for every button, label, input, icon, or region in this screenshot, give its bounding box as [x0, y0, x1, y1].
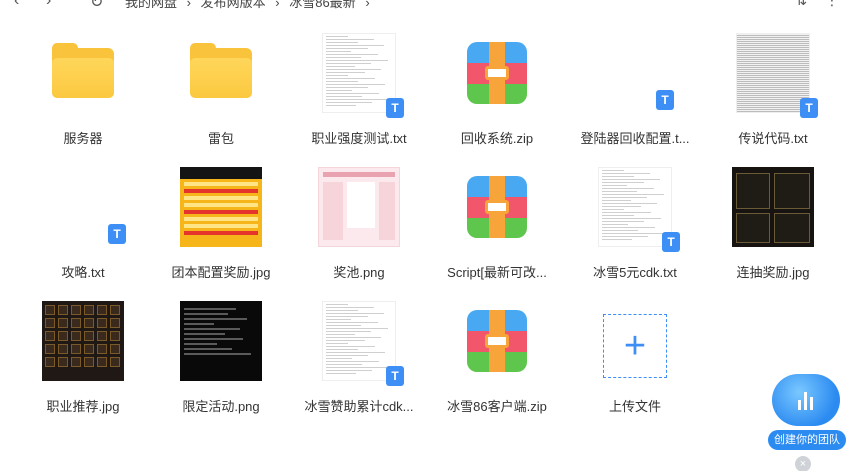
folder-icon — [42, 32, 124, 114]
upload-file-label: 上传文件 — [608, 399, 661, 414]
breadcrumb-separator: › — [186, 0, 191, 10]
text-file-icon: T — [42, 166, 126, 248]
text-file-thumbnail: T — [318, 300, 404, 386]
refresh-icon[interactable]: ↻ — [90, 0, 103, 10]
file-name: 回收系统.zip — [460, 131, 534, 146]
file-name: 冰雪赞助累计cdk... — [304, 399, 414, 414]
plus-icon[interactable]: + — [603, 314, 667, 378]
file-tile[interactable]: 冰雪86客户端.zip — [428, 292, 566, 426]
file-tile[interactable]: T 攻略.txt — [14, 158, 152, 292]
file-name: 雷包 — [207, 131, 234, 146]
file-name: 职业强度测试.txt — [311, 131, 407, 146]
file-tile[interactable]: 限定活动.png — [152, 292, 290, 426]
zip-icon — [456, 300, 538, 382]
txt-badge-icon: T — [662, 232, 680, 252]
image-thumbnail — [180, 166, 262, 248]
sort-icon[interactable]: ⇅ — [795, 0, 807, 8]
file-tile[interactable]: T 登陆器回收配置.t... — [566, 24, 704, 158]
image-thumbnail — [180, 300, 262, 382]
file-name: 攻略.txt — [61, 265, 105, 280]
txt-badge-icon: T — [800, 98, 818, 118]
file-grid: 服务器 雷包 T 职业强度测试.txt 回收系统.zip T 登陆器回收配置.t… — [14, 24, 842, 426]
folder-icon — [180, 32, 262, 114]
file-name: 限定活动.png — [182, 399, 260, 414]
zip-icon — [456, 32, 538, 114]
breadcrumb-item[interactable]: 冰雪86最新 — [289, 0, 355, 10]
text-file-thumbnail: T — [732, 32, 818, 118]
file-name: Script[最新可改... — [447, 265, 547, 280]
cloud-chart-icon — [772, 374, 840, 426]
file-name: 登陆器回收配置.t... — [580, 131, 690, 146]
breadcrumb-separator: › — [365, 0, 370, 10]
text-file-thumbnail: T — [594, 166, 680, 252]
file-name: 职业推荐.jpg — [46, 399, 120, 414]
create-team-label: 创建你的团队 — [768, 430, 846, 450]
text-file-icon: T — [594, 32, 676, 114]
txt-badge-icon: T — [386, 98, 404, 118]
file-tile[interactable]: T 传说代码.txt — [704, 24, 842, 158]
file-name: 冰雪5元cdk.txt — [593, 265, 677, 280]
file-name: 冰雪86客户端.zip — [447, 399, 547, 414]
txt-badge-icon: T — [108, 224, 126, 244]
image-thumbnail — [318, 166, 400, 248]
image-thumbnail — [42, 300, 124, 382]
back-icon[interactable]: ‹ — [14, 0, 19, 10]
create-team-widget[interactable]: 创建你的团队 — [768, 372, 846, 452]
upload-file-tile[interactable]: + 上传文件 — [566, 292, 704, 426]
file-tile[interactable]: 奖池.png — [290, 158, 428, 292]
image-thumbnail — [732, 166, 814, 248]
file-name: 奖池.png — [333, 265, 385, 280]
file-tile[interactable]: 团本配置奖励.jpg — [152, 158, 290, 292]
file-tile[interactable]: T 冰雪5元cdk.txt — [566, 158, 704, 292]
forward-icon[interactable]: › — [46, 0, 51, 10]
file-tile[interactable]: Script[最新可改... — [428, 158, 566, 292]
file-name: 服务器 — [63, 131, 103, 146]
breadcrumb-item[interactable]: 发布网版本 — [201, 0, 266, 10]
zip-icon — [456, 166, 538, 248]
more-icon[interactable]: ⋮ — [825, 0, 839, 8]
file-name: 团本配置奖励.jpg — [171, 265, 271, 280]
file-tile[interactable]: 服务器 — [14, 24, 152, 158]
top-toolbar: ‹ › ^ ↻ 我的网盘 › 发布网版本 › 冰雪86最新 › ⇅ ⋮ — [0, 0, 849, 10]
breadcrumb-separator: › — [275, 0, 280, 10]
breadcrumb-item[interactable]: 我的网盘 — [125, 0, 177, 10]
file-tile[interactable]: 连抽奖励.jpg — [704, 158, 842, 292]
text-file-thumbnail: T — [318, 32, 404, 118]
file-name: 连抽奖励.jpg — [736, 265, 810, 280]
close-icon[interactable]: × — [795, 456, 811, 471]
txt-badge-icon: T — [656, 90, 674, 110]
file-name: 传说代码.txt — [738, 131, 808, 146]
file-tile[interactable]: 雷包 — [152, 24, 290, 158]
upload-thumb: + — [594, 300, 676, 382]
up-icon[interactable]: ^ — [72, 0, 80, 10]
view-tools: ⇅ ⋮ — [795, 0, 839, 9]
file-tile[interactable]: T 职业强度测试.txt — [290, 24, 428, 158]
file-tile[interactable]: 职业推荐.jpg — [14, 292, 152, 426]
file-tile[interactable]: 回收系统.zip — [428, 24, 566, 158]
txt-badge-icon: T — [386, 366, 404, 386]
breadcrumb: 我的网盘 › 发布网版本 › 冰雪86最新 › — [125, 0, 376, 10]
file-tile[interactable]: T 冰雪赞助累计cdk... — [290, 292, 428, 426]
